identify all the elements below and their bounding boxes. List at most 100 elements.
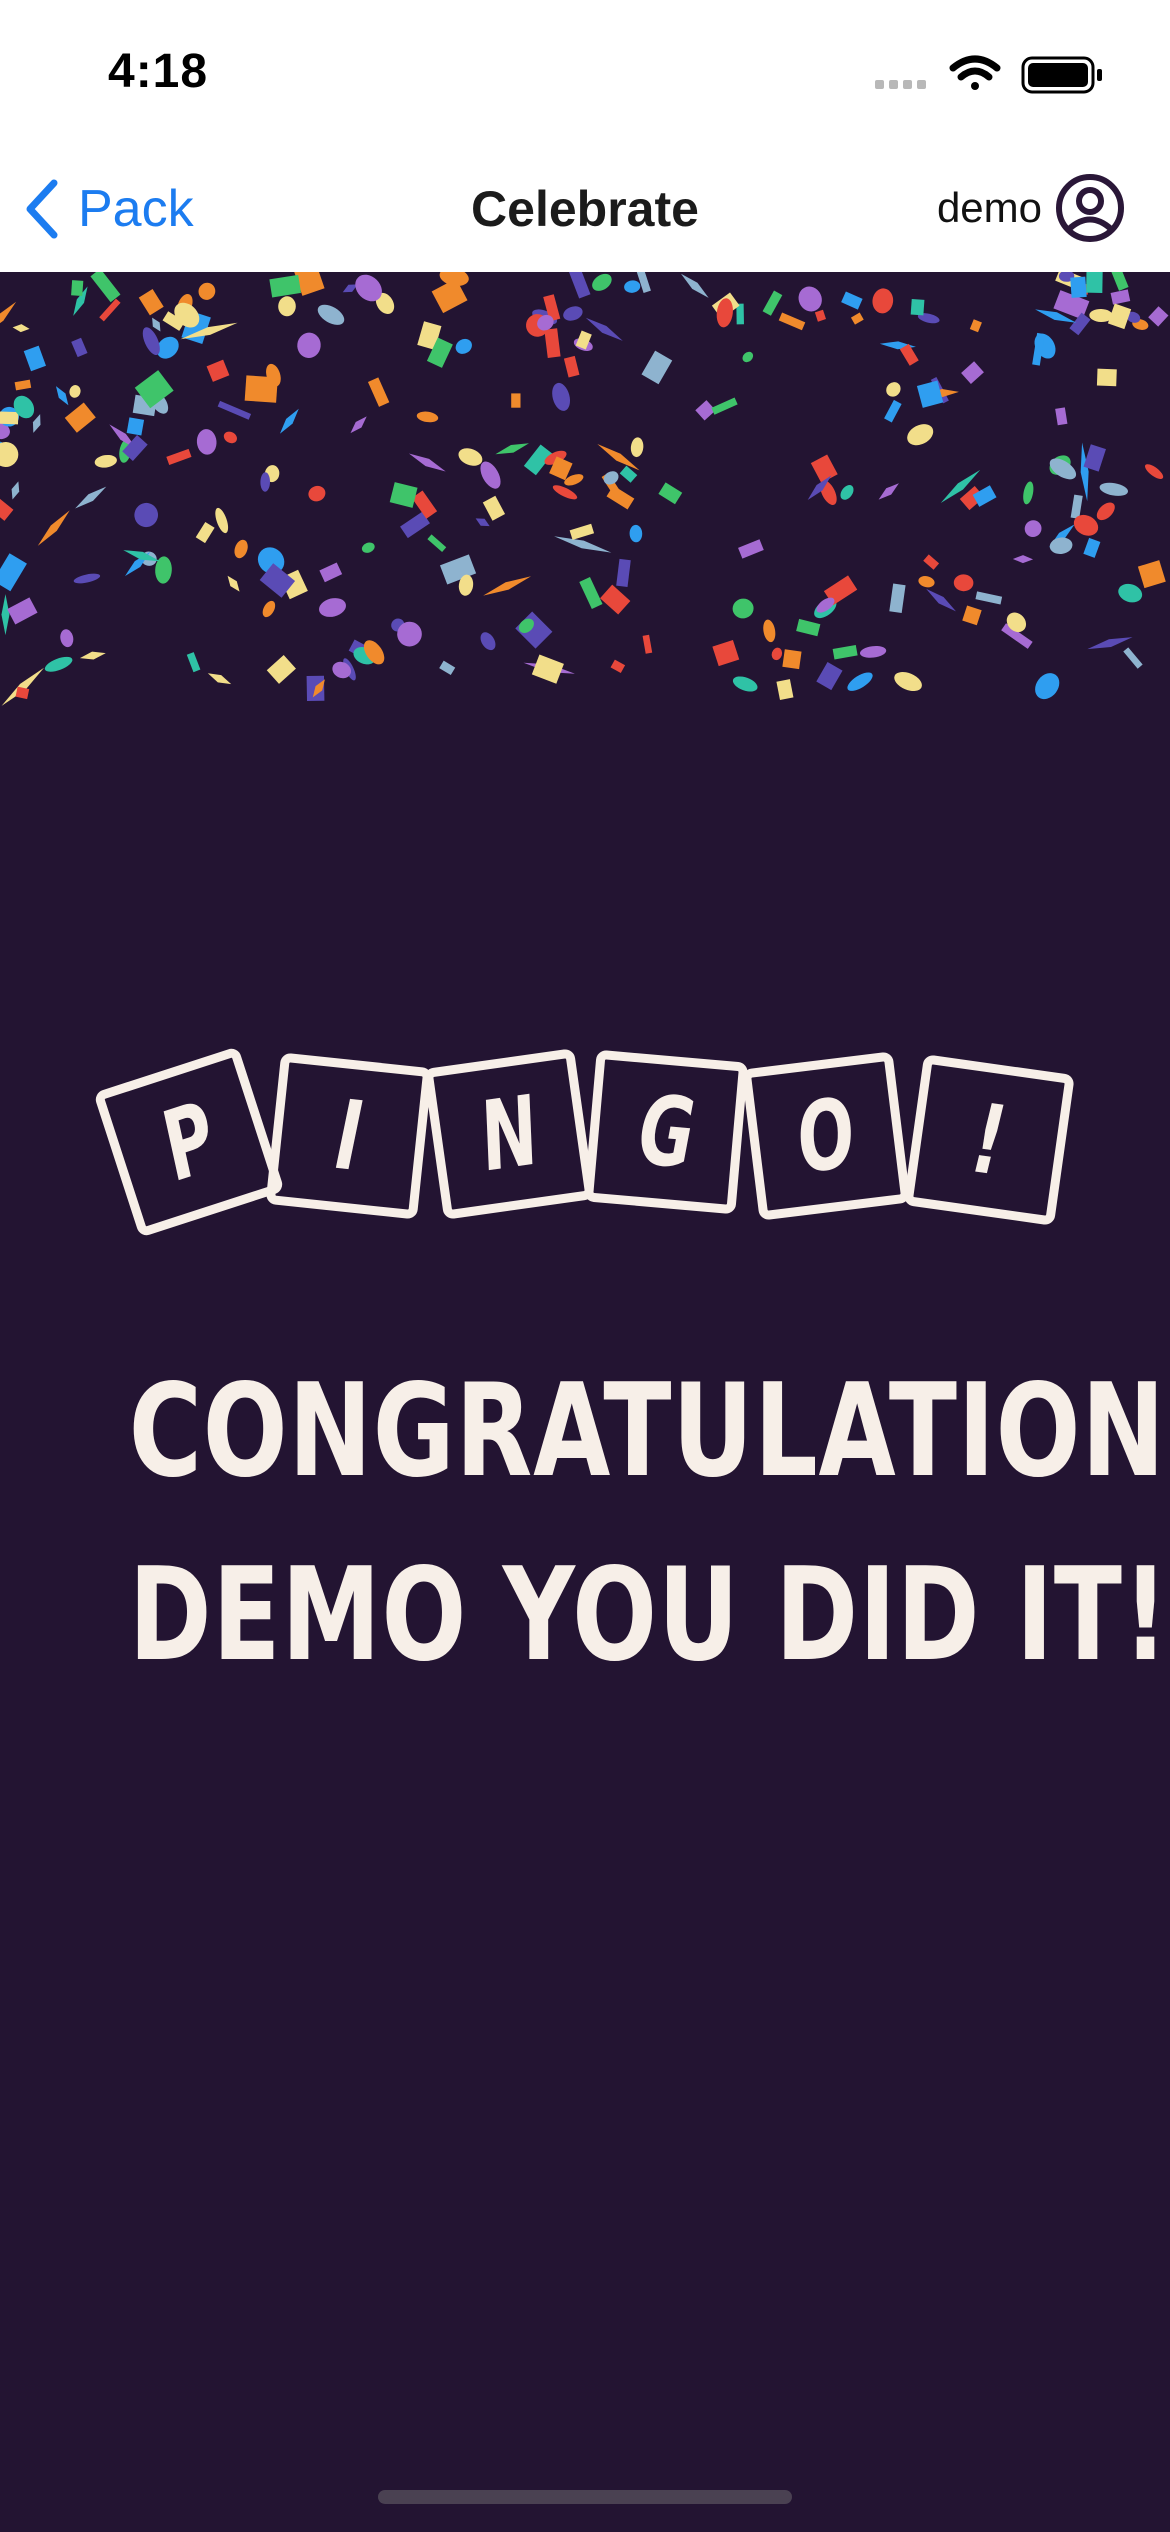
confetti-piece: [367, 377, 390, 407]
confetti-piece: [1137, 560, 1166, 589]
confetti-piece: [23, 345, 46, 372]
confetti-piece: [859, 646, 887, 658]
confetti-piece: [872, 288, 894, 314]
logo-tile: N: [423, 1048, 595, 1220]
confetti-piece: [969, 319, 982, 333]
confetti-piece: [12, 324, 30, 333]
status-time: 4:18: [108, 45, 209, 98]
logo-tile: O: [741, 1051, 911, 1221]
confetti-piece: [814, 309, 827, 322]
confetti-piece: [918, 576, 935, 588]
confetti-piece: [1055, 407, 1068, 426]
confetti-piece: [1023, 481, 1034, 505]
confetti-piece: [308, 485, 326, 502]
confetti-piece: [841, 291, 863, 310]
confetti-piece: [37, 510, 70, 546]
confetti-piece: [961, 361, 984, 384]
confetti-piece: [0, 301, 17, 335]
confetti-piece: [495, 443, 530, 455]
pingo-logo: P I N G O !: [93, 1030, 1075, 1250]
confetti-piece: [317, 304, 345, 325]
confetti-piece: [482, 495, 506, 521]
confetti-piece: [975, 591, 1003, 605]
confetti-piece: [840, 485, 854, 500]
logo-tile: P: [93, 1046, 285, 1238]
confetti-piece: [624, 280, 641, 293]
confetti-piece: [60, 629, 74, 648]
confetti-piece: [269, 274, 302, 298]
confetti-piece: [907, 424, 934, 446]
confetti-piece: [217, 400, 252, 420]
confetti-piece: [278, 296, 296, 317]
battery-icon: [1021, 56, 1102, 94]
confetti-piece: [279, 408, 299, 434]
user-name: demo: [936, 184, 1042, 231]
logo-letter: I: [325, 1079, 373, 1193]
confetti-piece: [90, 272, 121, 303]
confetti-piece: [1110, 289, 1131, 305]
confetti-piece: [847, 672, 873, 691]
wifi-icon: [949, 55, 1001, 90]
logo-letter: O: [796, 1076, 856, 1196]
confetti-piece: [458, 448, 483, 466]
confetti-piece: [319, 562, 343, 583]
confetti-piece: [567, 272, 591, 299]
confetti-piece: [738, 539, 764, 559]
logo-letter: N: [478, 1073, 540, 1195]
confetti-piece: [1012, 555, 1034, 564]
confetti-piece: [297, 332, 321, 358]
confetti-piece: [629, 524, 643, 543]
congratulations-line-1: CONGRATULATIONS: [128, 1357, 1170, 1506]
confetti-piece: [778, 312, 806, 331]
confetti-piece: [1069, 312, 1091, 336]
confetti-piece: [630, 437, 644, 458]
confetti-piece: [732, 676, 758, 692]
user-profile-button[interactable]: demo: [937, 168, 1126, 248]
confetti-piece: [762, 290, 783, 316]
confetti-piece: [134, 502, 159, 528]
confetti-piece: [1145, 464, 1164, 480]
confetti-piece: [55, 386, 69, 406]
confetti-piece: [579, 577, 603, 609]
confetti-piece: [544, 328, 561, 358]
confetti-piece: [641, 350, 673, 385]
confetti-piece: [926, 588, 956, 612]
confetti-piece: [776, 679, 794, 701]
confetti-piece: [820, 480, 837, 505]
confetti-piece: [1049, 537, 1073, 554]
confetti-piece: [732, 598, 754, 619]
confetti-piece: [711, 397, 738, 415]
confetti-piece: [552, 485, 578, 500]
nav-bar: Pack Celebrate demo: [0, 150, 1170, 272]
confetti-piece: [64, 402, 96, 433]
confetti-piece: [207, 673, 232, 685]
confetti-piece: [563, 355, 580, 378]
confetti-piece: [642, 634, 653, 654]
confetti-piece: [1118, 583, 1143, 603]
confetti-piece: [810, 454, 838, 483]
logo-tile: I: [265, 1052, 433, 1220]
confetti-piece: [552, 382, 571, 411]
confetti-piece: [14, 379, 32, 391]
confetti-piece: [186, 652, 201, 673]
confetti-piece: [569, 523, 595, 540]
congratulations-message: CONGRATULATIONS DEMO YOU DID IT!: [0, 1340, 1170, 1708]
logo-tile: G: [583, 1049, 749, 1215]
confetti-piece: [71, 337, 88, 358]
confetti-piece: [1096, 368, 1117, 387]
confetti-piece: [480, 632, 496, 651]
confetti-piece: [763, 619, 776, 643]
confetti-piece: [592, 273, 612, 291]
confetti-piece: [1083, 537, 1101, 558]
celebrate-screen: 4:18 Pack Celebrate demo P I N G O ! CON…: [0, 0, 1170, 2532]
confetti-piece: [1035, 673, 1060, 700]
confetti-piece: [350, 416, 367, 434]
confetti-piece: [483, 576, 532, 596]
confetti-piece: [260, 472, 271, 492]
confetti-piece: [923, 554, 940, 570]
home-indicator[interactable]: [378, 2490, 792, 2504]
confetti-piece: [1107, 303, 1132, 330]
confetti-piece: [680, 273, 709, 298]
confetti-piece: [1123, 647, 1143, 669]
confetti-piece: [166, 448, 192, 466]
